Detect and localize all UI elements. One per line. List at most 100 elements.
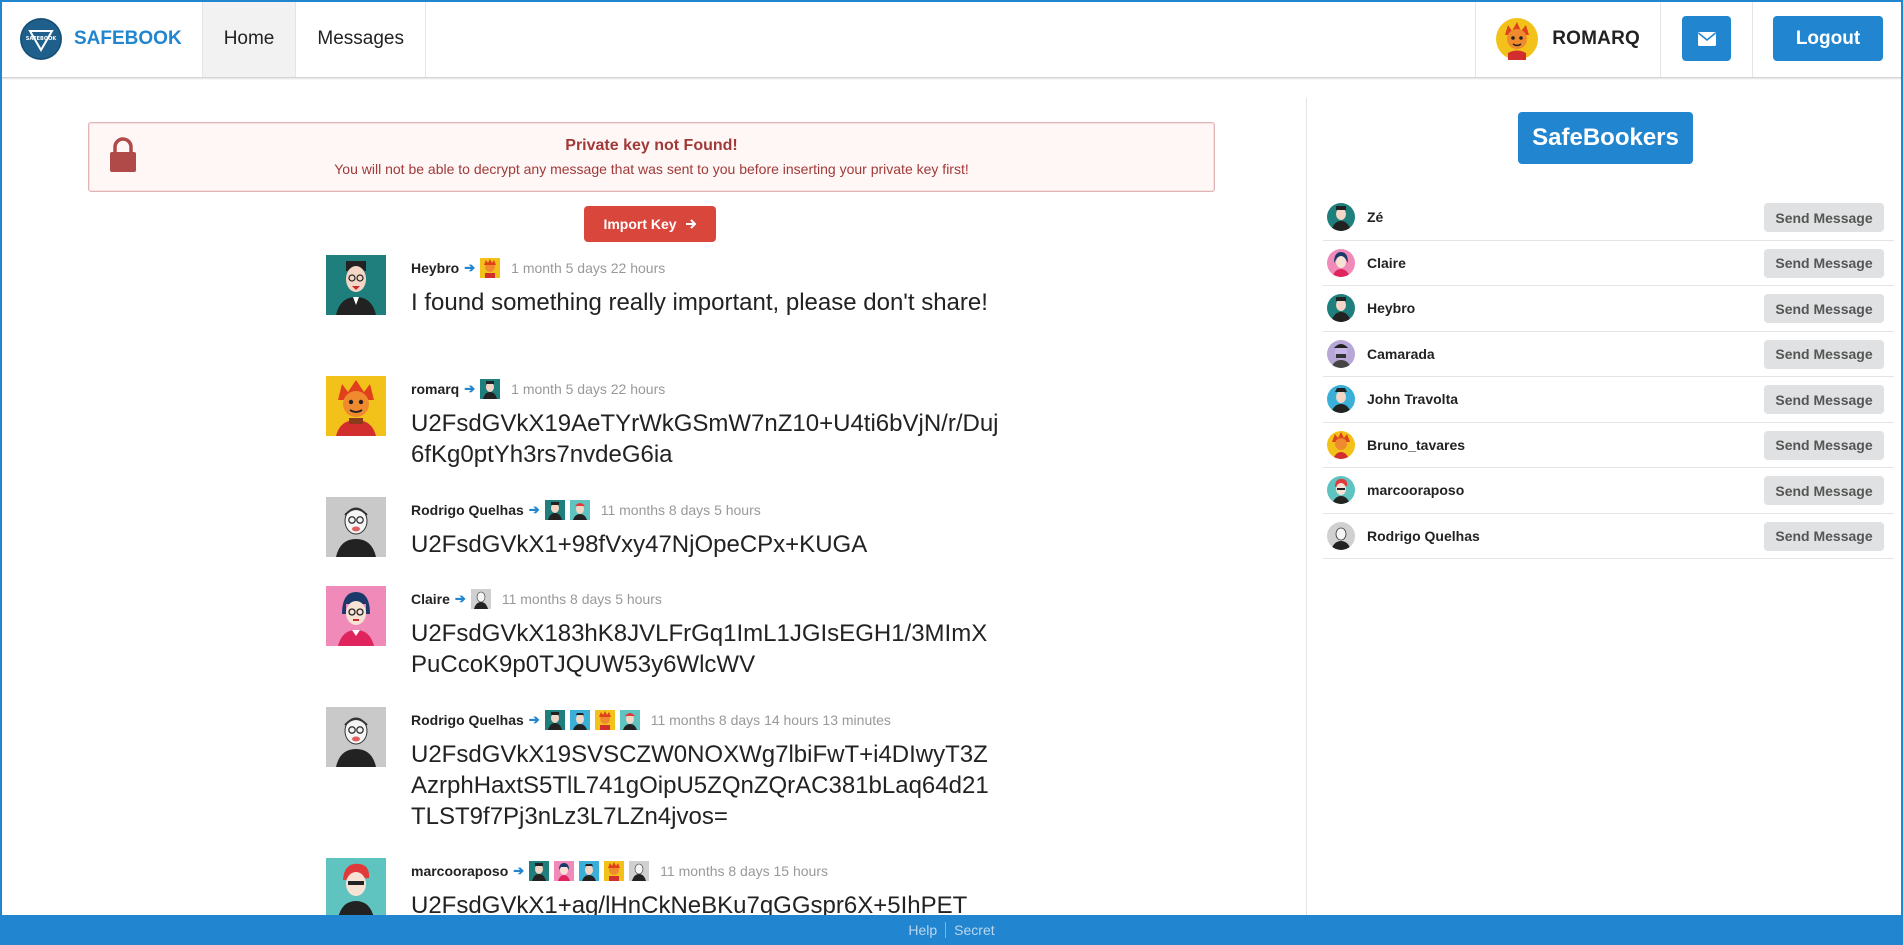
message-text: U2FsdGVkX1+98fVxy47NjOpeCPx+KUGA — [411, 531, 868, 558]
safebook-logo: SAFEBOOK — [20, 17, 62, 60]
avatar — [326, 497, 386, 557]
footer: Help Secret — [0, 915, 1903, 945]
list-item: Claire Send Message — [1323, 241, 1894, 286]
send-message-button[interactable]: Send Message — [1764, 430, 1884, 460]
envelope-icon — [1697, 31, 1716, 46]
list-item: Camarada Send Message — [1323, 332, 1894, 377]
user-name: ROMARQ — [1552, 27, 1640, 49]
avatar — [1327, 248, 1355, 277]
message-author[interactable]: romarq — [411, 381, 459, 397]
safebookers-panel: SafeBookers Zé Send Message Claire Send … — [1306, 98, 1897, 915]
avatar — [1327, 476, 1355, 505]
send-message-button[interactable]: Send Message — [1764, 476, 1884, 505]
arrow-right-icon: ➔ — [454, 591, 466, 606]
avatar — [326, 707, 386, 767]
arrow-right-icon: ➔ — [464, 381, 476, 396]
avatar — [1327, 521, 1355, 550]
footer-divider — [945, 922, 947, 938]
arrow-right-icon: ➔ — [528, 502, 540, 517]
message-time: 11 months 8 days 5 hours — [600, 502, 761, 518]
avatar — [1327, 339, 1355, 368]
safebookers-title[interactable]: SafeBookers — [1518, 112, 1693, 164]
alert-text: You will not be able to decrypt any mess… — [334, 161, 969, 177]
alert-title: Private key not Found! — [565, 137, 738, 154]
brand-name: SAFEBOOK — [74, 27, 182, 49]
list-item: Heybro Send Message — [1323, 286, 1894, 332]
message-author[interactable]: Rodrigo Quelhas — [411, 712, 524, 728]
recipient-avatar[interactable] — [604, 861, 625, 881]
recipient-avatar[interactable] — [544, 500, 565, 520]
avatar — [1327, 385, 1355, 414]
avatar — [326, 586, 386, 646]
help-link[interactable]: Help — [908, 922, 937, 938]
message-text: U2FsdGVkX183hK8JVLFrGq1ImL1JGIsEGH1/3MIm… — [411, 620, 988, 678]
message-time: 11 months 8 days 15 hours — [660, 863, 828, 879]
current-user[interactable]: ROMARQ — [1475, 0, 1661, 77]
list-item: Zé Send Message — [1323, 195, 1894, 241]
user-name[interactable]: Bruno_tavares — [1367, 437, 1465, 453]
import-key-button[interactable]: Import Key — [584, 206, 716, 242]
message-text: I found something really important, plea… — [411, 289, 988, 316]
user-name[interactable]: Zé — [1367, 209, 1383, 225]
recipient-avatar[interactable] — [594, 710, 615, 730]
arrow-right-icon: ➔ — [464, 260, 476, 275]
message-author[interactable]: Claire — [411, 591, 450, 607]
brand[interactable]: SAFEBOOK SAFEBOOK — [0, 0, 203, 77]
message-time: 1 month 5 days 22 hours — [511, 381, 666, 397]
message-time: 11 months 8 days 14 hours 13 minutes — [650, 712, 891, 728]
send-message-button[interactable]: Send Message — [1764, 339, 1884, 369]
send-message-button[interactable]: Send Message — [1764, 248, 1884, 278]
user-name[interactable]: Rodrigo Quelhas — [1367, 528, 1480, 544]
arrow-right-icon — [685, 219, 696, 229]
recipient-avatar[interactable] — [629, 861, 650, 881]
avatar — [1496, 17, 1539, 60]
recipient-avatar[interactable] — [569, 500, 590, 520]
secret-link[interactable]: Secret — [954, 922, 994, 938]
avatar — [326, 858, 386, 918]
recipient-avatar[interactable] — [529, 861, 550, 881]
recipient-avatar[interactable] — [579, 861, 600, 881]
message-time: 11 months 8 days 5 hours — [501, 591, 662, 607]
recipient-avatar[interactable] — [480, 379, 501, 399]
recipient-avatar[interactable] — [619, 710, 640, 730]
import-key-label: Import Key — [603, 216, 677, 232]
send-message-button[interactable]: Send Message — [1764, 203, 1884, 232]
send-message-button[interactable]: Send Message — [1764, 294, 1884, 323]
top-menu: SAFEBOOK SAFEBOOK Home Messages ROMARQ L… — [0, 0, 1903, 78]
list-item: John Travolta Send Message — [1323, 377, 1894, 423]
user-name[interactable]: Camarada — [1367, 346, 1435, 362]
logout-button[interactable]: Logout — [1773, 16, 1883, 61]
nav-messages[interactable]: Messages — [296, 0, 426, 77]
recipient-avatar[interactable] — [480, 258, 501, 278]
send-message-button[interactable]: Send Message — [1764, 521, 1884, 551]
message-author[interactable]: marcooraposo — [411, 863, 508, 879]
user-name[interactable]: Heybro — [1367, 300, 1415, 316]
arrow-right-icon: ➔ — [528, 712, 540, 727]
avatar — [326, 255, 386, 315]
private-key-alert: Private key not Found! You will not be a… — [88, 122, 1215, 192]
message-text: U2FsdGVkX19SVSCZW0NOXWg7lbiFwT+i4DIwyT3Z… — [411, 741, 989, 830]
recipient-avatar[interactable] — [554, 861, 575, 881]
avatar — [1327, 203, 1355, 232]
user-name[interactable]: Claire — [1367, 255, 1406, 271]
user-name[interactable]: marcooraposo — [1367, 482, 1464, 498]
svg-text:SAFEBOOK: SAFEBOOK — [26, 36, 58, 42]
avatar — [326, 376, 386, 436]
message-text: U2FsdGVkX19AeTYrWkGSmW7nZ10+U4ti6bVjN/r/… — [411, 410, 999, 468]
send-message-button[interactable]: Send Message — [1764, 385, 1884, 414]
arrow-right-icon: ➔ — [513, 863, 525, 878]
recipient-avatar[interactable] — [544, 710, 565, 730]
list-item: Rodrigo Quelhas Send Message — [1323, 514, 1894, 559]
message-time: 1 month 5 days 22 hours — [511, 260, 666, 276]
avatar — [1327, 430, 1355, 459]
nav-home[interactable]: Home — [202, 0, 297, 77]
message-author[interactable]: Heybro — [411, 260, 459, 276]
avatar — [1327, 294, 1355, 323]
list-item: Bruno_tavares Send Message — [1323, 423, 1894, 468]
recipient-avatar[interactable] — [470, 589, 491, 609]
message-author[interactable]: Rodrigo Quelhas — [411, 502, 524, 518]
mail-button[interactable] — [1682, 16, 1731, 61]
recipient-avatar[interactable] — [569, 710, 590, 730]
user-list: Zé Send Message Claire Send Message Heyb… — [1323, 195, 1894, 559]
user-name[interactable]: John Travolta — [1367, 391, 1458, 407]
